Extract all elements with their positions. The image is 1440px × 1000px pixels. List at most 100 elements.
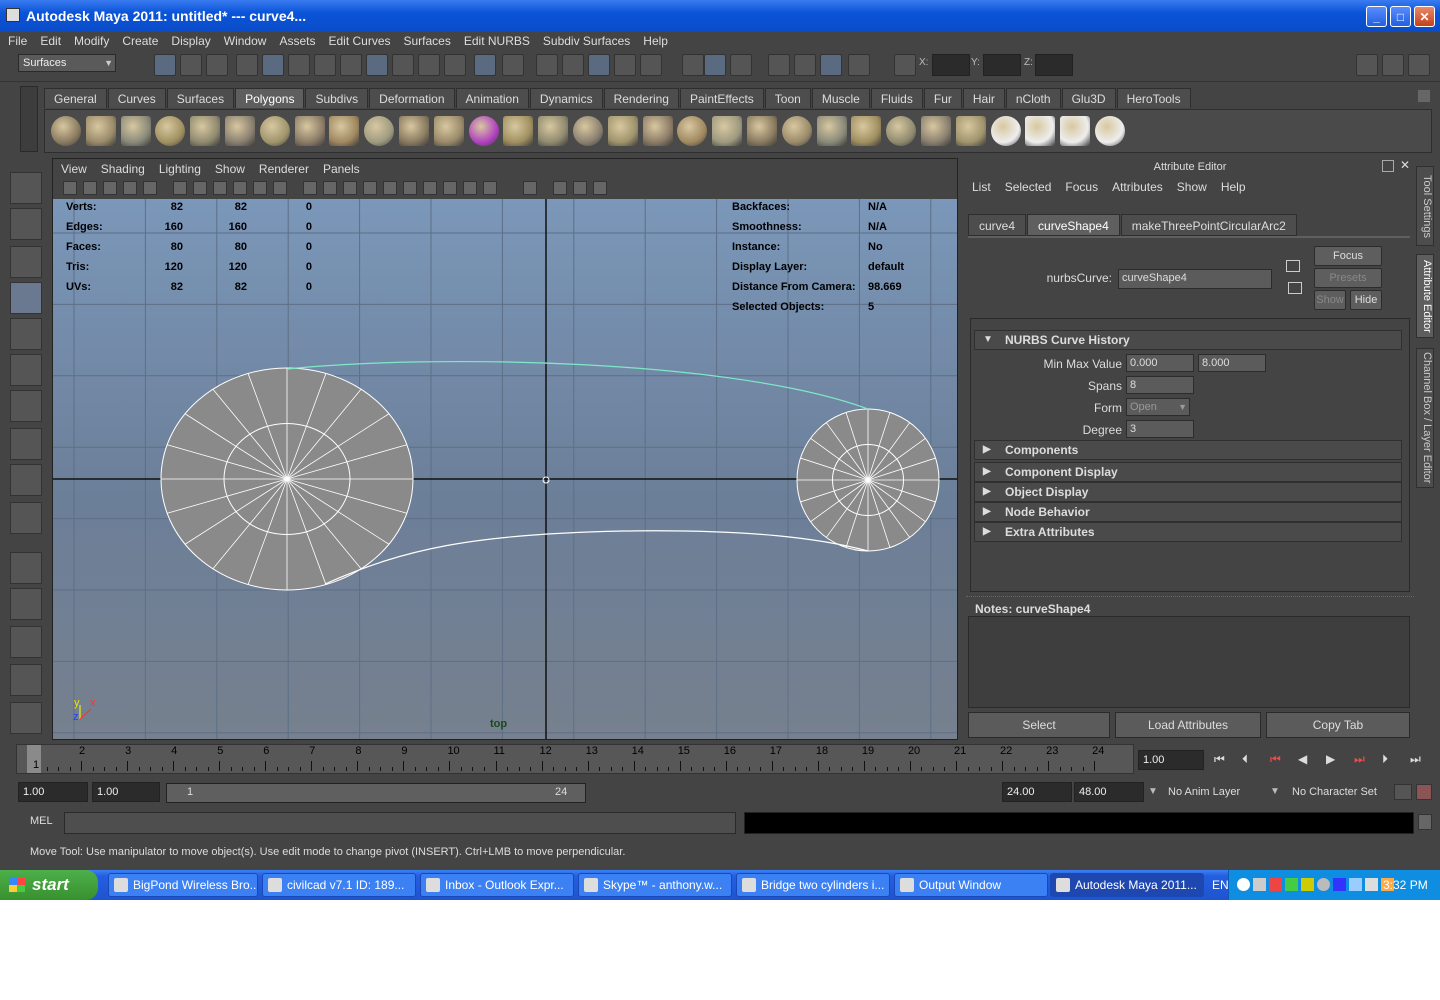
status-line-tool-icon[interactable]: [536, 54, 558, 76]
float-panel-icon[interactable]: [1382, 160, 1394, 172]
shelf-tab-general[interactable]: General: [44, 88, 107, 108]
status-line-tool-icon[interactable]: [820, 54, 842, 76]
viewport-menu-show[interactable]: Show: [215, 162, 245, 176]
soft-modification-icon[interactable]: [10, 428, 42, 460]
auto-key-icon[interactable]: [1394, 784, 1412, 800]
x-field[interactable]: [932, 54, 970, 76]
curve-lower[interactable]: [324, 530, 869, 585]
hide-button[interactable]: Hide: [1350, 290, 1382, 310]
shelf-tab-painteffects[interactable]: PaintEffects: [679, 88, 764, 108]
ae-menu-show[interactable]: Show: [1177, 180, 1207, 194]
status-line-tool-icon[interactable]: [502, 54, 524, 76]
viewport-toolbar-icon[interactable]: [343, 181, 357, 195]
start-button[interactable]: start: [0, 870, 98, 900]
ae-menu-selected[interactable]: Selected: [1005, 180, 1052, 194]
show-hide-channel-box-icon[interactable]: [1408, 54, 1430, 76]
playback-end-field[interactable]: 24.00: [1002, 782, 1072, 802]
ae-menu-help[interactable]: Help: [1221, 180, 1246, 194]
command-line-input[interactable]: [64, 812, 736, 834]
shelf-tab-fluids[interactable]: Fluids: [870, 88, 923, 108]
z-field[interactable]: [1035, 54, 1073, 76]
viewport-toolbar-icon[interactable]: [573, 181, 587, 195]
presets-button[interactable]: Presets: [1314, 268, 1382, 288]
cylinder-small[interactable]: [796, 408, 940, 552]
shelf-tab-deformation[interactable]: Deformation: [369, 88, 455, 108]
paint-select-tool-icon[interactable]: [10, 246, 42, 278]
menu-assets[interactable]: Assets: [279, 34, 315, 48]
status-line-tool-icon[interactable]: [154, 54, 176, 76]
polygon-tool-icon[interactable]: [781, 116, 812, 146]
four-view-layout-icon[interactable]: [10, 588, 42, 620]
polygon-tool-icon[interactable]: [225, 116, 255, 146]
status-line-tool-icon[interactable]: [794, 54, 816, 76]
menu-file[interactable]: File: [8, 34, 27, 48]
viewport-toolbar-icon[interactable]: [63, 181, 77, 195]
taskbar-item-bridge-two-cylinders[interactable]: Bridge two cylinders i...: [736, 873, 890, 897]
polygon-tool-icon[interactable]: [886, 116, 917, 146]
taskbar-item-civilcad-v7-1-id-189[interactable]: civilcad v7.1 ID: 189...: [262, 873, 416, 897]
close-button[interactable]: ✕: [1414, 6, 1435, 27]
graph-editor-layout-icon[interactable]: [10, 664, 42, 696]
frame-components[interactable]: ▶ Components: [974, 440, 1402, 460]
polygon-tool-icon[interactable]: [990, 116, 1021, 146]
go-to-end-icon[interactable]: ⏭: [1410, 752, 1421, 767]
status-line-tool-icon[interactable]: [314, 54, 336, 76]
shelf-tab-surfaces[interactable]: Surfaces: [166, 88, 235, 108]
taskbar-item-inbox-outlook-expr[interactable]: Inbox - Outlook Expr...: [420, 873, 574, 897]
taskbar-item-output-window[interactable]: Output Window: [894, 873, 1048, 897]
single-perspective-layout-icon[interactable]: [10, 552, 42, 584]
skype-tray-icon[interactable]: [1301, 878, 1314, 891]
min-value-field[interactable]: 0.000: [1126, 354, 1194, 372]
shelf-tab-polygons[interactable]: Polygons: [235, 88, 305, 108]
play-backwards-icon[interactable]: ◀: [1298, 752, 1307, 766]
script-editor-icon[interactable]: [1418, 814, 1432, 830]
status-line-tool-icon[interactable]: [392, 54, 414, 76]
polygon-tool-icon[interactable]: [816, 116, 847, 146]
polygon-tool-icon[interactable]: [1025, 116, 1056, 146]
viewport-toolbar-icon[interactable]: [323, 181, 337, 195]
menu-help[interactable]: Help: [643, 34, 668, 48]
viewport-toolbar-icon[interactable]: [463, 181, 477, 195]
polygon-tool-icon[interactable]: [538, 116, 569, 146]
security-icon[interactable]: [1285, 878, 1298, 891]
select-button[interactable]: Select: [968, 712, 1110, 738]
shelf-menu-handle[interactable]: [20, 86, 38, 152]
status-line-tool-icon[interactable]: [682, 54, 704, 76]
status-line-tool-icon[interactable]: [418, 54, 440, 76]
max-value-field[interactable]: 8.000: [1198, 354, 1266, 372]
polygon-tool-icon[interactable]: [85, 116, 116, 146]
polygon-tool-icon[interactable]: [190, 116, 221, 146]
shelf-tab-dynamics[interactable]: Dynamics: [529, 88, 603, 108]
show-hide-attribute-editor-icon[interactable]: [1356, 54, 1378, 76]
polygon-tool-icon[interactable]: [573, 116, 603, 146]
menu-window[interactable]: Window: [224, 34, 267, 48]
viewport-toolbar-icon[interactable]: [423, 181, 437, 195]
status-line-tool-icon[interactable]: [206, 54, 228, 76]
viewport-top-view[interactable]: Verts: 82 82 0 Edges: 160 160 0 Faces: 80 80 0 Tris:…: [53, 199, 957, 739]
play-forwards-icon[interactable]: ▶: [1326, 752, 1335, 766]
shelf-tab-herotools[interactable]: HeroTools: [1116, 88, 1191, 108]
maximize-button[interactable]: □: [1390, 6, 1411, 27]
show-manipulator-icon[interactable]: [10, 464, 42, 496]
node-tab-curveshape4[interactable]: curveShape4: [1027, 214, 1120, 236]
end-time-field[interactable]: 48.00: [1074, 782, 1144, 802]
current-time-field[interactable]: 1.00: [1138, 750, 1204, 770]
dropdown-arrow-icon[interactable]: ▼: [1148, 786, 1158, 797]
viewport-toolbar-icon[interactable]: [553, 181, 567, 195]
shelf-tab-fur[interactable]: Fur: [923, 88, 962, 108]
status-line-tool-icon[interactable]: [180, 54, 202, 76]
polygon-tool-icon[interactable]: [120, 116, 151, 146]
language-indicator[interactable]: EN: [1212, 870, 1229, 900]
anim-layer-dropdown[interactable]: No Anim Layer: [1168, 786, 1240, 798]
last-tool-icon[interactable]: [10, 502, 42, 534]
node-name-field[interactable]: curveShape4: [1118, 269, 1272, 289]
shelf-tab-hair[interactable]: Hair: [962, 88, 1005, 108]
playback-start-field[interactable]: 1.00: [92, 782, 160, 802]
polygon-tool-icon[interactable]: [607, 116, 638, 146]
polygon-tool-icon[interactable]: [747, 116, 777, 146]
show-hide-tool-settings-icon[interactable]: [1382, 54, 1404, 76]
lightning-tool-icon[interactable]: [10, 702, 42, 734]
polygon-tool-icon[interactable]: [468, 116, 499, 146]
minimize-button[interactable]: _: [1366, 6, 1387, 27]
viewport-toolbar-icon[interactable]: [143, 181, 157, 195]
